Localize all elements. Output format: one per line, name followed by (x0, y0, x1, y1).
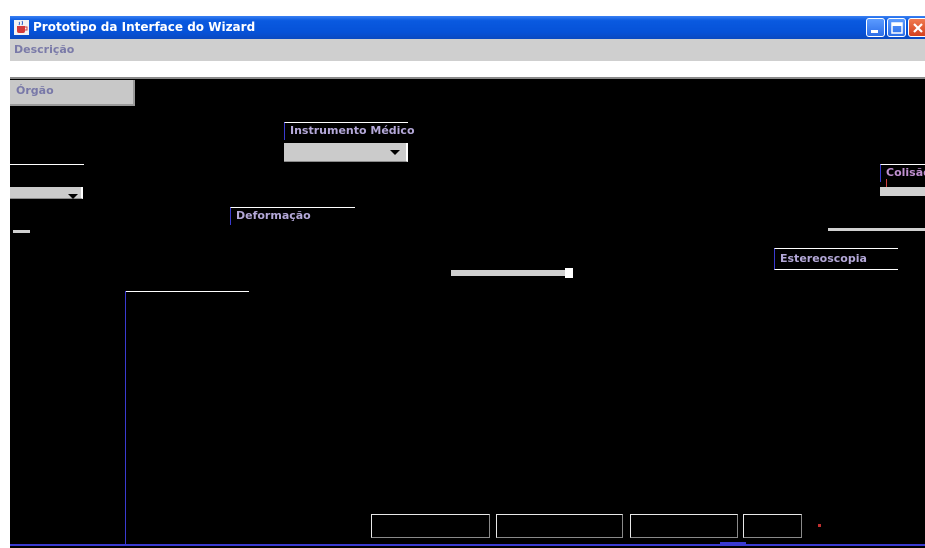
descricao-input[interactable] (10, 61, 925, 79)
instrumento-combo[interactable] (284, 143, 408, 162)
wizard-button-4[interactable] (743, 514, 802, 538)
bottom-accent (720, 542, 746, 546)
maximize-button[interactable] (887, 18, 906, 37)
minimize-button[interactable] (866, 18, 885, 37)
descricao-label: Descrição (10, 39, 925, 61)
wizard-button-1[interactable] (371, 514, 490, 538)
slider-thumb[interactable] (565, 268, 573, 278)
orgao-combo[interactable] (10, 187, 83, 199)
close-button[interactable] (908, 18, 925, 37)
center-slider[interactable] (451, 270, 573, 276)
colisao-cursor (886, 179, 887, 187)
close-icon (913, 23, 923, 33)
red-dot (818, 524, 821, 527)
bottom-border (10, 544, 925, 546)
maximize-icon (891, 22, 903, 34)
estereoscopia-label: Estereoscopia (774, 248, 898, 270)
right-slider-fragment (828, 228, 925, 231)
preview-panel-left (125, 291, 126, 544)
colisao-combo[interactable] (880, 187, 925, 196)
wizard-button-2[interactable] (496, 514, 623, 538)
wizard-window: Prototipo da Interface do Wizard Descriç… (10, 16, 925, 548)
chevron-down-icon (68, 194, 78, 199)
instrumento-label: Instrumento Médico (284, 122, 415, 140)
deformacao-label: Deformação (230, 207, 355, 225)
orgao-divider (10, 164, 84, 165)
java-coffee-cup-icon[interactable] (14, 20, 29, 35)
window-title: Prototipo da Interface do Wizard (33, 20, 256, 34)
preview-panel-top (125, 291, 249, 292)
chevron-down-icon (390, 150, 400, 155)
orgao-label: Órgão (10, 80, 135, 106)
orgao-slider-fragment (13, 230, 30, 233)
minimize-icon (871, 30, 878, 33)
title-bar[interactable]: Prototipo da Interface do Wizard (10, 16, 925, 39)
wizard-button-3[interactable] (630, 514, 738, 538)
